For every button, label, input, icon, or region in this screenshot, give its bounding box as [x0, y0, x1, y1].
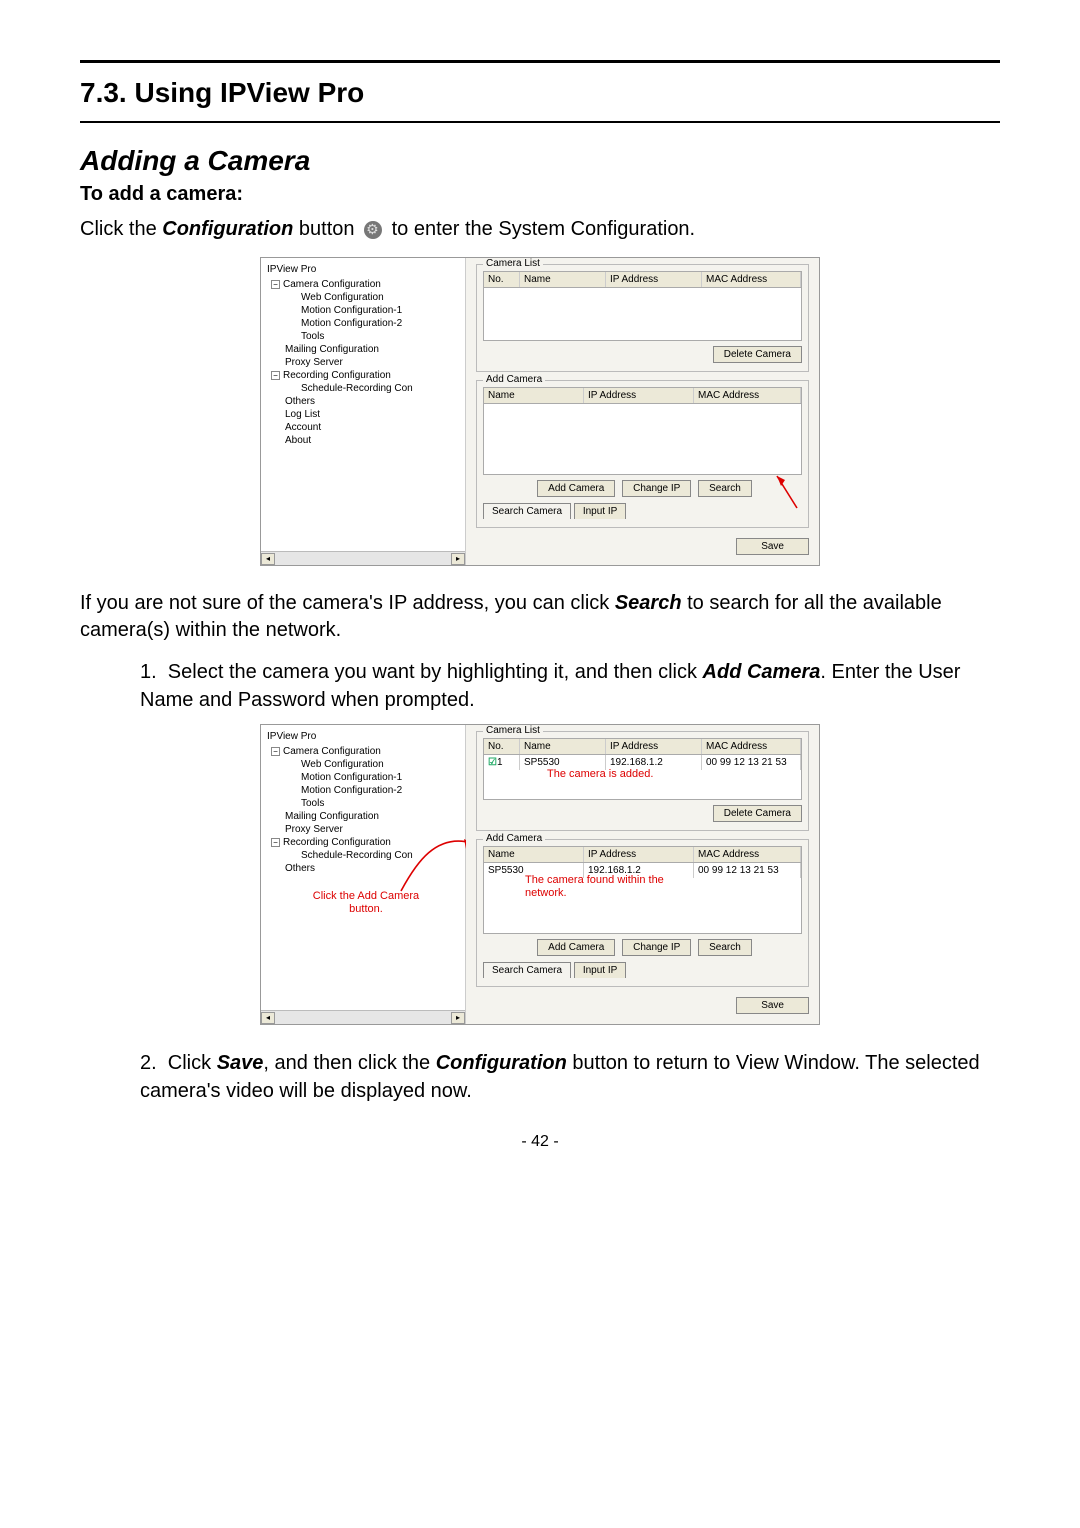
col-name: Name — [484, 388, 584, 403]
cell-mac: 00 99 12 13 21 53 — [702, 755, 801, 770]
col-ip: IP Address — [584, 388, 694, 403]
add-camera-button[interactable]: Add Camera — [537, 939, 615, 956]
tree-tools[interactable]: Tools — [267, 797, 461, 810]
step-2: 2. Click Save, and then click the Config… — [140, 1049, 1000, 1105]
add-camera-table[interactable]: Name IP Address MAC Address — [483, 387, 802, 475]
col-ip: IP Address — [606, 272, 702, 287]
subhead-to-add: To add a camera: — [80, 183, 1000, 206]
tree-motion-2[interactable]: Motion Configuration-2 — [267, 317, 461, 330]
tree-camera-config[interactable]: −Camera Configuration — [267, 278, 461, 291]
tree-expander-icon[interactable]: − — [271, 838, 280, 847]
tree-proxy[interactable]: Proxy Server — [267, 823, 461, 836]
add-camera-group: Add Camera Name IP Address MAC Address A… — [476, 380, 809, 528]
col-name: Name — [520, 272, 606, 287]
col-mac: MAC Address — [694, 847, 801, 862]
annot-click-add: Click the Add Camera button. — [301, 890, 431, 916]
tree-proxy[interactable]: Proxy Server — [267, 356, 461, 369]
tree-others[interactable]: Others — [267, 862, 461, 875]
tree-web-config[interactable]: Web Configuration — [267, 758, 461, 771]
scroll-right-icon[interactable]: ▸ — [451, 553, 465, 565]
cell-mac: 00 99 12 13 21 53 — [694, 863, 801, 878]
tree-log-list[interactable]: Log List — [267, 408, 461, 421]
add-camera-button[interactable]: Add Camera — [537, 480, 615, 497]
subtitle-adding-camera: Adding a Camera — [80, 145, 1000, 177]
col-mac: MAC Address — [702, 272, 801, 287]
change-ip-button[interactable]: Change IP — [622, 939, 691, 956]
change-ip-button[interactable]: Change IP — [622, 480, 691, 497]
col-ip: IP Address — [606, 739, 702, 754]
tree-mailing[interactable]: Mailing Configuration — [267, 343, 461, 356]
tree-about[interactable]: About — [267, 434, 461, 447]
tree-mailing[interactable]: Mailing Configuration — [267, 810, 461, 823]
ipview-config-screenshot-2: IPView Pro −Camera Configuration Web Con… — [260, 724, 820, 1025]
camera-list-group: Camera List No. Name IP Address MAC Addr… — [476, 264, 809, 372]
tree-others[interactable]: Others — [267, 395, 461, 408]
col-ip: IP Address — [584, 847, 694, 862]
tree-motion-1[interactable]: Motion Configuration-1 — [267, 771, 461, 784]
tree-expander-icon[interactable]: − — [271, 371, 280, 380]
tab-input-ip[interactable]: Input IP — [574, 962, 626, 978]
tree-web-config[interactable]: Web Configuration — [267, 291, 461, 304]
tree-motion-1[interactable]: Motion Configuration-1 — [267, 304, 461, 317]
tree-schedule-rec[interactable]: Schedule-Recording Con — [267, 849, 461, 862]
page-number: - 42 - — [80, 1133, 1000, 1151]
col-mac: MAC Address — [702, 739, 801, 754]
tree-expander-icon[interactable]: − — [271, 747, 280, 756]
search-hint-paragraph: If you are not sure of the camera's IP a… — [80, 590, 1000, 644]
tree-expander-icon[interactable]: − — [271, 280, 280, 289]
app-title: IPView Pro — [267, 264, 461, 275]
add-camera-legend: Add Camera — [483, 374, 545, 385]
camera-list-group: Camera List No. Name IP Address MAC Addr… — [476, 731, 809, 831]
add-camera-group: Add Camera Name IP Address MAC Address S… — [476, 839, 809, 987]
tree-recording-config[interactable]: −Recording Configuration — [267, 369, 461, 382]
check-icon: ☑ — [488, 757, 497, 768]
col-no: No. — [484, 739, 520, 754]
col-name: Name — [520, 739, 606, 754]
tree-schedule-rec[interactable]: Schedule-Recording Con — [267, 382, 461, 395]
annot-camera-added: The camera is added. — [547, 768, 653, 781]
tree-motion-2[interactable]: Motion Configuration-2 — [267, 784, 461, 797]
ipview-config-screenshot-1: IPView Pro −Camera Configuration Web Con… — [260, 257, 820, 566]
scroll-left-icon[interactable]: ◂ — [261, 553, 275, 565]
tree-tools[interactable]: Tools — [267, 330, 461, 343]
tab-search-camera[interactable]: Search Camera — [483, 962, 571, 978]
col-mac: MAC Address — [694, 388, 801, 403]
tree-recording-config[interactable]: −Recording Configuration — [267, 836, 461, 849]
annot-camera-found: The camera found within the network. — [525, 874, 675, 900]
configuration-icon — [364, 221, 382, 239]
tree-scrollbar[interactable]: ◂ ▸ — [261, 1010, 465, 1024]
search-button[interactable]: Search — [698, 939, 752, 956]
camera-list-legend: Camera List — [483, 258, 543, 269]
camera-list-legend: Camera List — [483, 725, 543, 736]
tab-search-camera[interactable]: Search Camera — [483, 503, 571, 519]
tree-account[interactable]: Account — [267, 421, 461, 434]
scroll-left-icon[interactable]: ◂ — [261, 1012, 275, 1024]
delete-camera-button[interactable]: Delete Camera — [713, 805, 802, 822]
step-1: 1. Select the camera you want by highlig… — [140, 658, 1000, 714]
save-button[interactable]: Save — [736, 997, 809, 1014]
intro-paragraph: Click the Configuration button to enter … — [80, 216, 1000, 243]
tab-input-ip[interactable]: Input IP — [574, 503, 626, 519]
app-title: IPView Pro — [267, 731, 461, 742]
col-name: Name — [484, 847, 584, 862]
delete-camera-button[interactable]: Delete Camera — [713, 346, 802, 363]
save-button[interactable]: Save — [736, 538, 809, 555]
camera-list-table[interactable]: No. Name IP Address MAC Address — [483, 271, 802, 341]
search-button[interactable]: Search — [698, 480, 752, 497]
add-camera-legend: Add Camera — [483, 833, 545, 844]
section-heading: 7.3. Using IPView Pro — [80, 77, 1000, 109]
tree-camera-config[interactable]: −Camera Configuration — [267, 745, 461, 758]
scroll-right-icon[interactable]: ▸ — [451, 1012, 465, 1024]
col-no: No. — [484, 272, 520, 287]
tree-scrollbar[interactable]: ◂ ▸ — [261, 551, 465, 565]
